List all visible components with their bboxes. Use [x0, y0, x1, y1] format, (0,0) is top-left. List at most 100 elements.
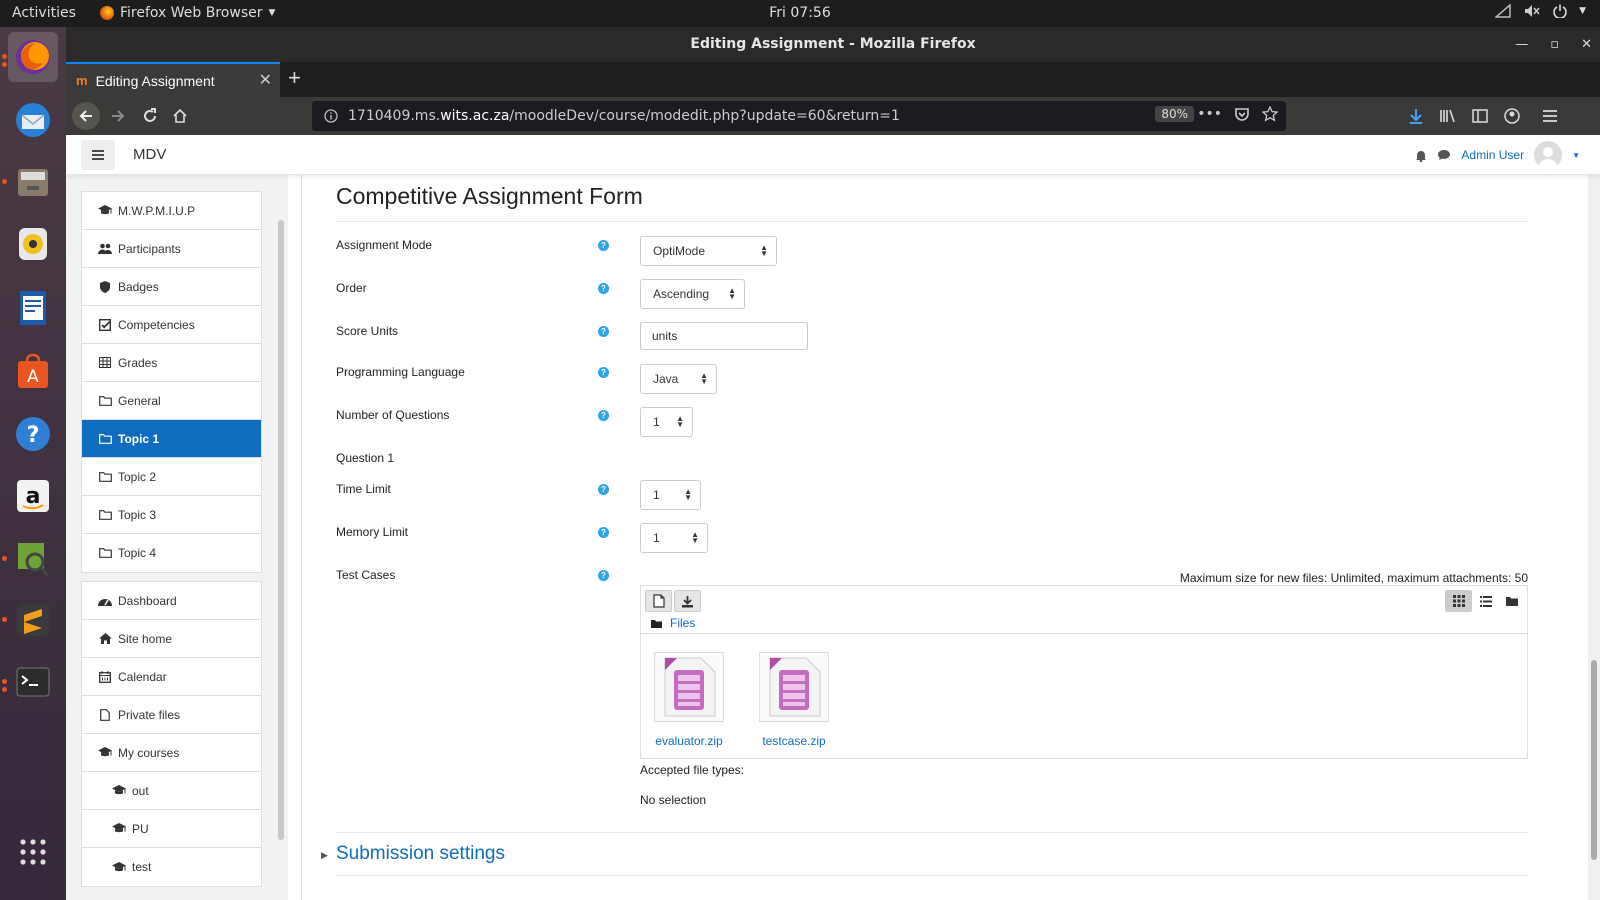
assignment-mode-select[interactable]: OptiMode ▲ ▼: [640, 236, 777, 266]
back-button[interactable]: [72, 102, 100, 130]
close-window-button[interactable]: ✕: [1581, 27, 1592, 62]
browser-tab[interactable]: m Editing Assignment ✕: [66, 62, 280, 97]
dock-help-icon[interactable]: ?: [8, 409, 58, 459]
sidebar-item-private-files[interactable]: Private files: [82, 696, 261, 734]
help-icon[interactable]: ?: [598, 527, 609, 538]
downloads-icon[interactable]: [1402, 102, 1430, 130]
avatar[interactable]: [1534, 141, 1563, 169]
help-icon[interactable]: ?: [598, 410, 609, 421]
select-arrows-icon: ▲ ▼: [760, 243, 768, 258]
help-icon[interactable]: ?: [598, 283, 609, 294]
sidebar-item-dashboard[interactable]: Dashboard: [82, 582, 261, 620]
order-select[interactable]: Ascending ▲ ▼: [640, 279, 745, 309]
account-icon[interactable]: [1498, 102, 1526, 130]
sidebar-item-calendar[interactable]: Calendar: [82, 658, 261, 696]
chevron-down-icon: ▼: [1579, 6, 1586, 16]
minimize-button[interactable]: —: [1515, 27, 1528, 62]
reload-button[interactable]: [136, 102, 164, 130]
close-tab-icon[interactable]: ✕: [259, 70, 272, 90]
sidebar-item-topic-3[interactable]: Topic 3: [82, 496, 261, 534]
sidebar-item-topic-2[interactable]: Topic 2: [82, 458, 261, 496]
sidebar-item-out[interactable]: out: [82, 772, 261, 810]
number-of-questions-select[interactable]: 1 ▲ ▼: [640, 407, 693, 437]
view-list-button[interactable]: [1472, 590, 1499, 612]
file-item-testcase[interactable]: testcase.zip: [749, 652, 839, 748]
sidebar-item-site-home[interactable]: Site home: [82, 620, 261, 658]
sidebar-item-label: Site home: [118, 631, 173, 646]
user-name-link[interactable]: Admin User: [1461, 148, 1524, 162]
dock-thunderbird-icon[interactable]: [8, 95, 58, 145]
sidebar-item-participants[interactable]: Participants: [82, 230, 261, 268]
activities-button[interactable]: Activities: [12, 5, 76, 21]
svg-text:A: A: [27, 367, 39, 387]
url-bar[interactable]: 1710409.ms. wits.ac.za/moodleDev/course/m…: [312, 101, 1286, 131]
submission-settings-section-toggle[interactable]: ▶ Submission settings: [321, 843, 505, 865]
site-info-icon[interactable]: [324, 109, 338, 123]
app-menu[interactable]: Firefox Web Browser ▼: [100, 5, 275, 21]
score-units-input[interactable]: units: [640, 322, 808, 350]
bookmark-star-icon[interactable]: [1262, 106, 1278, 122]
dock-terminal-icon[interactable]: [8, 657, 58, 707]
folder-icon: [651, 619, 662, 628]
files-breadcrumb-link[interactable]: Files: [670, 616, 695, 630]
help-icon[interactable]: ?: [598, 484, 609, 495]
notifications-bell-icon[interactable]: [1415, 149, 1427, 162]
sidebar-item-test[interactable]: test: [82, 848, 261, 886]
sidebar-item-badges[interactable]: Badges: [82, 268, 261, 306]
sidebar-item-m-w-p-m-i-u-p[interactable]: M.W.P.M.I.U.P: [82, 192, 261, 230]
select-arrows-icon: ▲ ▼: [700, 371, 708, 386]
sidebar-item-grades[interactable]: Grades: [82, 344, 261, 382]
hamburger-menu-icon[interactable]: [1536, 102, 1564, 130]
view-icons-button[interactable]: [1445, 590, 1472, 612]
sidebar-icon[interactable]: [1466, 102, 1494, 130]
messages-icon[interactable]: [1437, 149, 1451, 161]
add-file-button[interactable]: [645, 590, 672, 612]
check-square-icon: [98, 318, 112, 331]
zoom-level-button[interactable]: 80%: [1155, 106, 1194, 122]
drawer-scrollbar[interactable]: [278, 220, 284, 840]
navigation-toolbar: 1710409.ms. wits.ac.za/moodleDev/course/m…: [66, 97, 1600, 135]
page-actions-icon[interactable]: •••: [1197, 106, 1222, 122]
sidebar-item-competencies[interactable]: Competencies: [82, 306, 261, 344]
time-limit-select[interactable]: 1 ▲ ▼: [640, 480, 701, 510]
sidebar-item-pu[interactable]: PU: [82, 810, 261, 848]
sidebar-item-topic-4[interactable]: Topic 4: [82, 534, 261, 572]
help-icon[interactable]: ?: [598, 240, 609, 251]
folder-icon: [98, 509, 112, 520]
new-tab-button[interactable]: +: [288, 65, 301, 91]
maximize-button[interactable]: ▫: [1550, 27, 1559, 62]
dock-files-icon[interactable]: [8, 157, 58, 207]
memory-limit-select[interactable]: 1 ▲ ▼: [640, 523, 708, 553]
system-tray[interactable]: ▼: [1495, 4, 1586, 18]
page-scrollbar[interactable]: [1588, 175, 1600, 900]
user-menu[interactable]: Admin User ▼: [1415, 141, 1580, 169]
help-icon[interactable]: ?: [598, 367, 609, 378]
pocket-icon[interactable]: [1234, 106, 1250, 122]
programming-language-select[interactable]: Java ▲ ▼: [640, 364, 717, 394]
dock-sublime-icon[interactable]: [8, 595, 58, 645]
home-button[interactable]: [166, 102, 194, 130]
sidebar-item-general[interactable]: General: [82, 382, 261, 420]
download-all-button[interactable]: [674, 590, 701, 612]
view-tree-button[interactable]: [1498, 590, 1525, 612]
dock-firefox-icon[interactable]: [8, 32, 58, 82]
file-item-evaluator[interactable]: evaluator.zip: [644, 652, 734, 748]
help-icon[interactable]: ?: [598, 326, 609, 337]
dock-image-viewer-icon[interactable]: [8, 533, 58, 583]
help-icon[interactable]: ?: [598, 570, 609, 581]
library-icon[interactable]: [1434, 102, 1462, 130]
dock-rhythmbox-icon[interactable]: [8, 219, 58, 269]
forward-button[interactable]: [104, 102, 132, 130]
clock[interactable]: Fri 07:56: [769, 5, 830, 21]
dock-writer-icon[interactable]: [8, 283, 58, 333]
user-menu-caret-icon[interactable]: ▼: [1572, 151, 1580, 160]
dock-software-icon[interactable]: A: [8, 347, 58, 397]
dock-amazon-icon[interactable]: a: [8, 471, 58, 521]
sidebar-item-my-courses[interactable]: My courses: [82, 734, 261, 772]
sidebar-item-label: out: [132, 783, 149, 798]
show-applications-icon[interactable]: [8, 827, 58, 877]
site-name-link[interactable]: MDV: [133, 146, 166, 163]
sidebar-item-topic-1[interactable]: Topic 1: [82, 420, 261, 458]
scrollbar-thumb[interactable]: [1591, 660, 1597, 860]
drawer-toggle-button[interactable]: [81, 140, 115, 170]
